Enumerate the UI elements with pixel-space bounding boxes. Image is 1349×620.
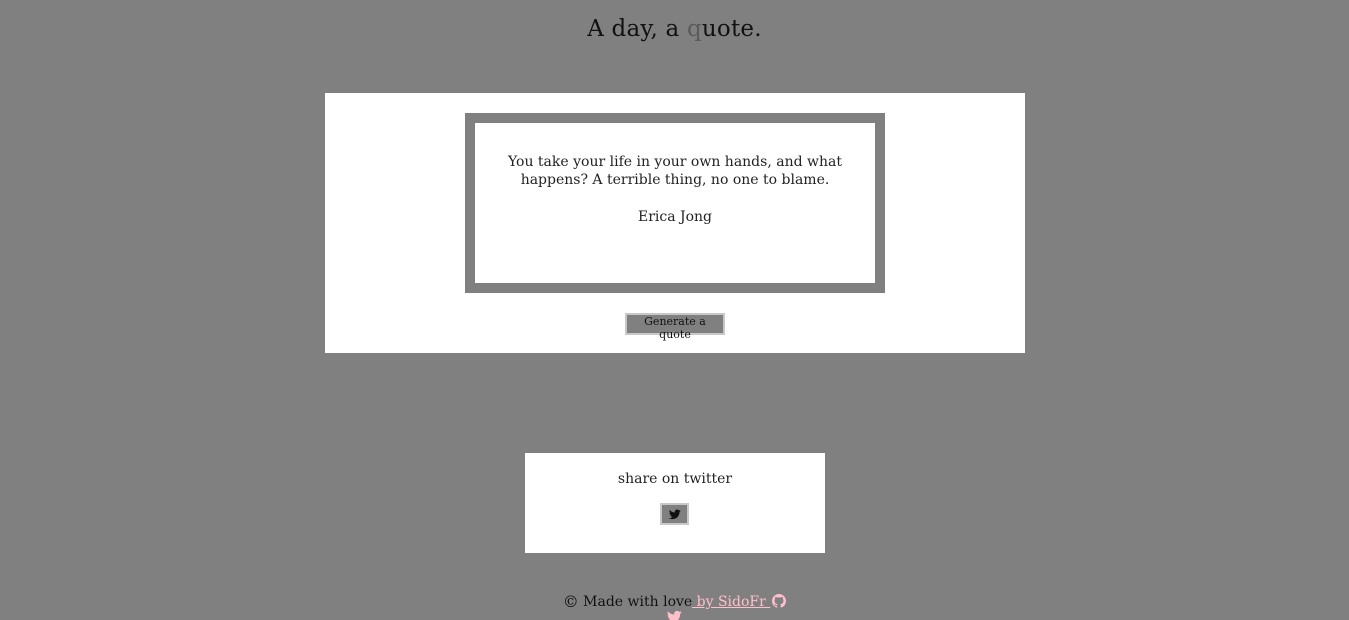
copyright-symbol: ©	[562, 592, 579, 611]
quote-panel: You take your life in your own hands, an…	[325, 93, 1025, 353]
tweet-button[interactable]	[660, 503, 689, 525]
quote-text: You take your life in your own hands, an…	[508, 154, 842, 188]
quote-box: You take your life in your own hands, an…	[465, 113, 885, 293]
share-label: share on twitter	[617, 471, 733, 487]
author-link-text: by SidoFr	[692, 594, 771, 610]
made-with-text: Made with love	[578, 594, 693, 610]
generate-quote-button[interactable]: Generate a quote	[625, 313, 725, 341]
share-panel: share on twitter	[525, 453, 825, 553]
title-part-2: uote.	[701, 16, 762, 42]
author-link[interactable]: by SidoFr	[692, 594, 787, 610]
page: A day, a quote. You take your life in yo…	[0, 0, 1349, 620]
title-part-1: A day, a	[587, 16, 687, 42]
footer: © Made with love by SidoFr	[0, 592, 1349, 612]
github-icon	[772, 594, 787, 608]
title-accent-letter: q	[686, 16, 702, 42]
page-title: A day, a quote.	[0, 14, 1349, 44]
footer-twitter-icon[interactable]	[667, 610, 682, 620]
twitter-icon	[668, 509, 681, 519]
quote-author: Erica Jong	[637, 209, 713, 225]
